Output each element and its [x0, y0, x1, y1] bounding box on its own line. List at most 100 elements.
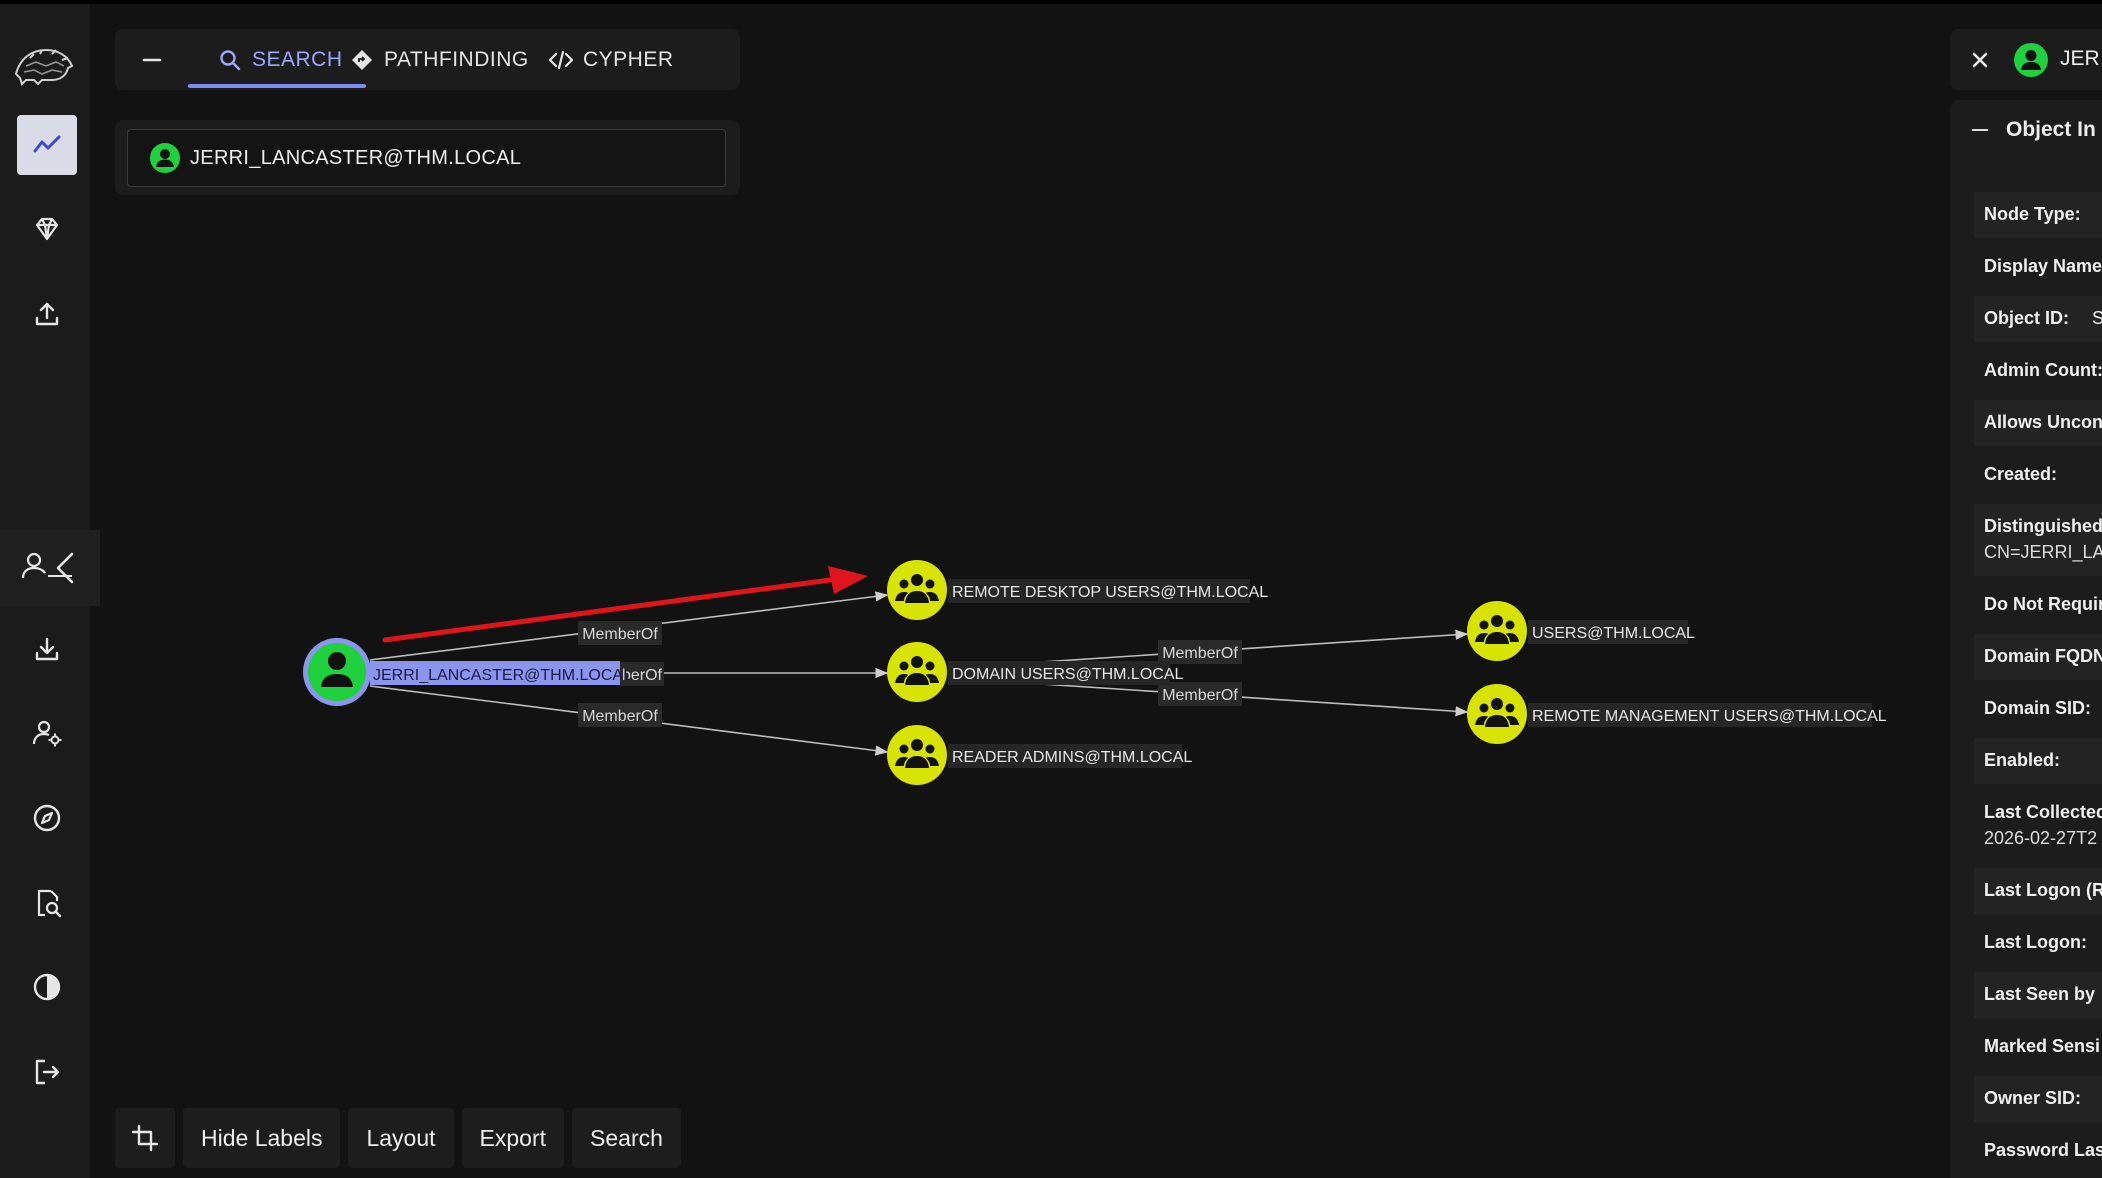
- node-label-text: REMOTE MANAGEMENT USERS@THM.LOCAL: [1532, 708, 1887, 725]
- query-docs-nav-button[interactable]: [17, 873, 77, 933]
- upload-nav-button[interactable]: [17, 284, 77, 344]
- edge-label-text: MemberOf: [582, 708, 658, 725]
- user-collapse-icon: [21, 552, 74, 584]
- property-label: Domain FQDN: [1984, 646, 2102, 666]
- minus-icon: [142, 58, 162, 62]
- property-label: Last Logon:: [1984, 932, 2087, 952]
- property-label: Distinguished: [1984, 516, 2102, 536]
- property-label: Last Logon (R: [1984, 880, 2102, 900]
- search-input[interactable]: JERRI_LANCASTER@THM.LOCAL: [127, 129, 726, 187]
- property-row: Created:: [1974, 452, 2102, 498]
- export-button[interactable]: Export: [461, 1108, 565, 1168]
- property-row: Node Type:: [1974, 192, 2102, 238]
- property-label: Display Name: [1984, 256, 2102, 276]
- entity-name: JER: [2060, 47, 2100, 70]
- graph-node-user[interactable]: [303, 638, 371, 706]
- contrast-icon: [33, 973, 61, 1001]
- property-row: Last Logon (R: [1974, 868, 2102, 914]
- property-row: Display Name: [1974, 244, 2102, 290]
- node-label-text: READER ADMINS@THM.LOCAL: [952, 749, 1192, 766]
- logout-icon: [35, 1059, 60, 1085]
- edge-du-users[interactable]: [949, 629, 1469, 669]
- graph-node-label-users: USERS@THM.LOCAL: [1528, 620, 1695, 644]
- property-row: Last Seen by: [1974, 972, 2102, 1018]
- explore-nav-button[interactable]: [17, 115, 77, 175]
- graph-node-ra[interactable]: [887, 725, 947, 785]
- property-row: Allows Uncon: [1974, 400, 2102, 446]
- layout-button[interactable]: Layout: [348, 1108, 454, 1168]
- user-gear-icon: [32, 720, 62, 747]
- edge-label-e1: MemberOf: [578, 621, 662, 645]
- graph-node-du[interactable]: [887, 642, 947, 702]
- edge-label-e5: MemberOf: [1158, 682, 1242, 706]
- edge-label-text: MemberOf: [1162, 687, 1238, 704]
- highlight-arrow: [382, 566, 868, 643]
- search-input-container: JERRI_LANCASTER@THM.LOCAL: [115, 120, 740, 195]
- property-row: Password Las: [1974, 1128, 2102, 1174]
- property-value: CN=JERRI_LA: [1984, 542, 2102, 562]
- search-graph-button[interactable]: Search: [572, 1108, 681, 1168]
- user-settings-nav-button[interactable]: [17, 703, 77, 763]
- download-nav-button[interactable]: [17, 619, 77, 679]
- collapse-dash-icon: [1972, 129, 1988, 131]
- explore-compass-nav-button[interactable]: [17, 788, 77, 848]
- node-label-text: DOMAIN USERS@THM.LOCAL: [952, 666, 1183, 683]
- property-row: Admin Count:: [1974, 348, 2102, 394]
- property-label: Node Type:: [1984, 204, 2081, 224]
- property-row: Domain FQDN: [1974, 634, 2102, 680]
- property-row: Last Logon:: [1974, 920, 2102, 966]
- property-label: Do Not Requir: [1984, 594, 2102, 614]
- graph-node-rmu[interactable]: [1467, 684, 1527, 744]
- property-label: Owner SID:: [1984, 1088, 2082, 1108]
- edge-label-e3: MemberOf: [578, 703, 662, 727]
- search-icon: [220, 49, 241, 70]
- graph-node-users[interactable]: [1467, 601, 1527, 661]
- object-info-section-header[interactable]: Object In: [1972, 118, 2096, 142]
- theme-toggle-button[interactable]: [17, 957, 77, 1017]
- diamond-icon: [352, 49, 372, 70]
- property-row: Object ID: S: [1974, 296, 2102, 342]
- entity-panel-header: JER: [1950, 29, 2102, 90]
- property-label: Domain SID:: [1984, 698, 2092, 718]
- logout-button[interactable]: [17, 1042, 77, 1102]
- property-label: Object ID:: [1984, 308, 2070, 328]
- property-value: S: [2092, 308, 2102, 328]
- node-label-text: USERS@THM.LOCAL: [1532, 625, 1695, 642]
- graph-node-label-ra: READER ADMINS@THM.LOCAL: [948, 744, 1192, 768]
- tab-search[interactable]: SEARCH: [218, 29, 343, 90]
- edge-du-rmu[interactable]: [949, 677, 1469, 717]
- property-row: Do Not Requir: [1974, 582, 2102, 628]
- crop-icon: [131, 1124, 159, 1152]
- gem-icon: [35, 217, 59, 241]
- user-node-icon: [150, 143, 180, 173]
- node-label-text: REMOTE DESKTOP USERS@THM.LOCAL: [952, 584, 1268, 601]
- property-label: Created:: [1984, 464, 2058, 484]
- graph-toolbar: Hide Labels Layout Export Search: [115, 1108, 681, 1168]
- property-label: Last Seen by: [1984, 984, 2096, 1004]
- edge-label-text: MemberOf: [582, 626, 658, 643]
- property-value: 2026-02-27T2: [1984, 828, 2098, 848]
- tab-pathfinding[interactable]: PATHFINDING: [350, 29, 529, 90]
- close-icon[interactable]: [1966, 46, 1994, 74]
- edge-label-e2: berOf: [620, 662, 664, 686]
- property-label: Enabled:: [1984, 750, 2061, 770]
- property-label: Last Collected: [1984, 802, 2102, 822]
- property-row: Domain SID:: [1974, 686, 2102, 732]
- search-input-value: JERRI_LANCASTER@THM.LOCAL: [190, 146, 522, 169]
- property-label: Admin Count:: [1984, 360, 2102, 380]
- crop-button[interactable]: [115, 1108, 175, 1168]
- sidebar-collapse-button[interactable]: [0, 530, 100, 606]
- property-label: Password Las: [1984, 1140, 2102, 1160]
- graph-node-rdu[interactable]: [887, 560, 947, 620]
- search-tab-bar: SEARCH PATHFINDING CYPHER: [115, 29, 740, 90]
- minimize-search-button[interactable]: [139, 47, 165, 73]
- edge-user-rdu[interactable]: [369, 591, 889, 661]
- property-row: Marked Sensi: [1974, 1024, 2102, 1070]
- edge-user-ra[interactable]: [369, 685, 889, 756]
- tab-cypher[interactable]: CYPHER: [549, 29, 674, 90]
- graph-node-label-rdu: REMOTE DESKTOP USERS@THM.LOCAL: [948, 579, 1268, 603]
- tab-search-label: SEARCH: [252, 47, 343, 71]
- group-management-nav-button[interactable]: [17, 199, 77, 259]
- hide-labels-button[interactable]: Hide Labels: [183, 1108, 341, 1168]
- upload-icon: [35, 302, 59, 326]
